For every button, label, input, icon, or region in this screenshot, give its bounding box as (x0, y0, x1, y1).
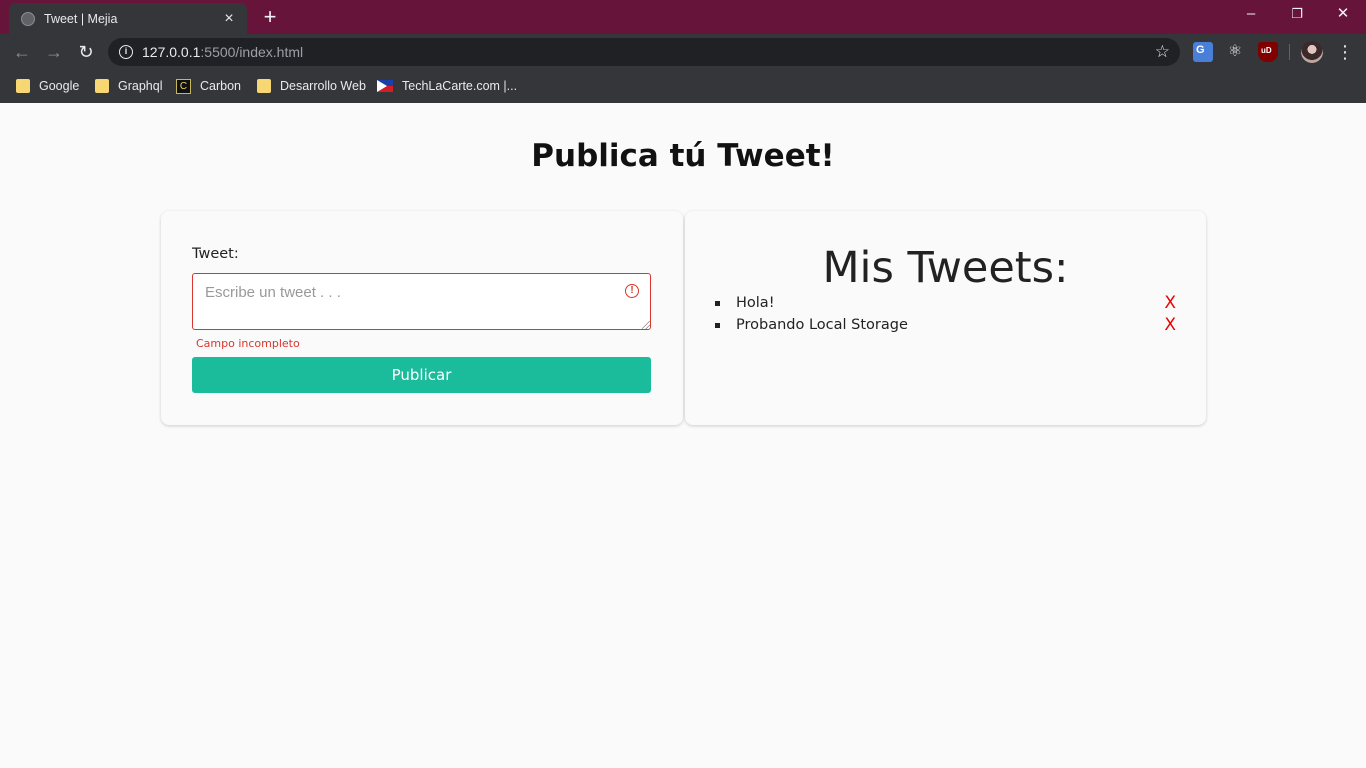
tweet-input[interactable] (192, 273, 651, 330)
delete-tweet-button[interactable]: X (1164, 315, 1176, 335)
tweet-form-card: Tweet: ! Campo incompleto Publicar (161, 211, 683, 425)
tab-close-icon[interactable]: × (221, 10, 237, 28)
delete-tweet-button[interactable]: X (1164, 293, 1176, 313)
list-item: Hola! X (715, 292, 1177, 314)
bookmark-carbon[interactable]: C Carbon (176, 76, 241, 96)
publish-button[interactable]: Publicar (192, 357, 651, 393)
bookmark-star-icon[interactable]: ☆ (1155, 41, 1170, 63)
toolbar-divider (1289, 44, 1290, 60)
reload-icon[interactable]: ↻ (74, 40, 98, 64)
bookmark-label: Carbon (200, 79, 241, 93)
react-devtools-icon[interactable]: ⚛ (1225, 42, 1245, 62)
bookmark-label: TechLaCarte.com |... (402, 79, 518, 93)
tab-title: Tweet | Mejia (44, 11, 118, 26)
tweet-text: Hola! (736, 295, 775, 311)
menu-dots-icon[interactable]: ⋮ (1336, 40, 1354, 64)
list-item: Probando Local Storage X (715, 314, 1177, 336)
tweet-list: Hola! X Probando Local Storage X (715, 292, 1177, 336)
bookmark-label: Graphql (118, 79, 163, 93)
resize-handle[interactable] (642, 321, 650, 329)
bullet-icon (715, 300, 720, 306)
carbon-icon: C (176, 78, 191, 94)
validation-error: Campo incompleto (196, 337, 300, 350)
ublock-extension-icon[interactable] (1258, 42, 1278, 62)
bookmark-graphql[interactable]: Graphql (95, 76, 162, 96)
bookmark-label: Google (39, 79, 80, 93)
globe-icon (21, 11, 35, 26)
url-host: 127.0.0.1 (142, 44, 201, 60)
info-icon[interactable]: i (119, 45, 133, 59)
flag-icon (377, 80, 393, 92)
tweet-text: Probando Local Storage (736, 317, 908, 333)
bookmark-label: Desarrollo Web (280, 79, 366, 93)
page-title: Publica tú Tweet! (531, 138, 835, 174)
profile-avatar[interactable] (1301, 41, 1323, 63)
browser-tab[interactable]: Tweet | Mejia × (9, 3, 247, 34)
url-path: :5500/index.html (200, 44, 304, 60)
bookmark-techlacarte[interactable]: TechLaCarte.com |... (377, 76, 517, 96)
tweet-list-card: Mis Tweets: Hola! X Probando Local Stora… (685, 211, 1206, 425)
browser-toolbar: ← → ↻ i 127.0.0.1:5500/index.html ☆ ⚛ ⋮ (0, 34, 1366, 70)
folder-icon (16, 79, 30, 93)
new-tab-button[interactable]: + (259, 5, 281, 29)
folder-icon (95, 79, 109, 93)
bookmark-google[interactable]: Google (16, 76, 79, 96)
address-bar[interactable]: i 127.0.0.1:5500/index.html ☆ (108, 38, 1180, 66)
bookmark-desarrollo-web[interactable]: Desarrollo Web (257, 76, 366, 96)
back-arrow-icon[interactable]: ← (10, 40, 34, 64)
minimize-button[interactable]: – (1236, 4, 1266, 24)
bullet-icon (715, 322, 720, 328)
alert-icon: ! (625, 284, 639, 298)
restore-button[interactable]: ❐ (1282, 4, 1312, 24)
tweet-label: Tweet: (192, 246, 239, 262)
bookmarks-bar: Google Graphql C Carbon Desarrollo Web T… (0, 70, 1366, 103)
browser-titlebar: Tweet | Mejia × + – ❐ ✕ (0, 0, 1366, 34)
forward-arrow-icon[interactable]: → (42, 40, 66, 64)
translate-extension-icon[interactable] (1193, 42, 1213, 62)
close-window-button[interactable]: ✕ (1328, 4, 1358, 24)
tweet-list-title: Mis Tweets: (822, 243, 1069, 293)
folder-icon (257, 79, 271, 93)
